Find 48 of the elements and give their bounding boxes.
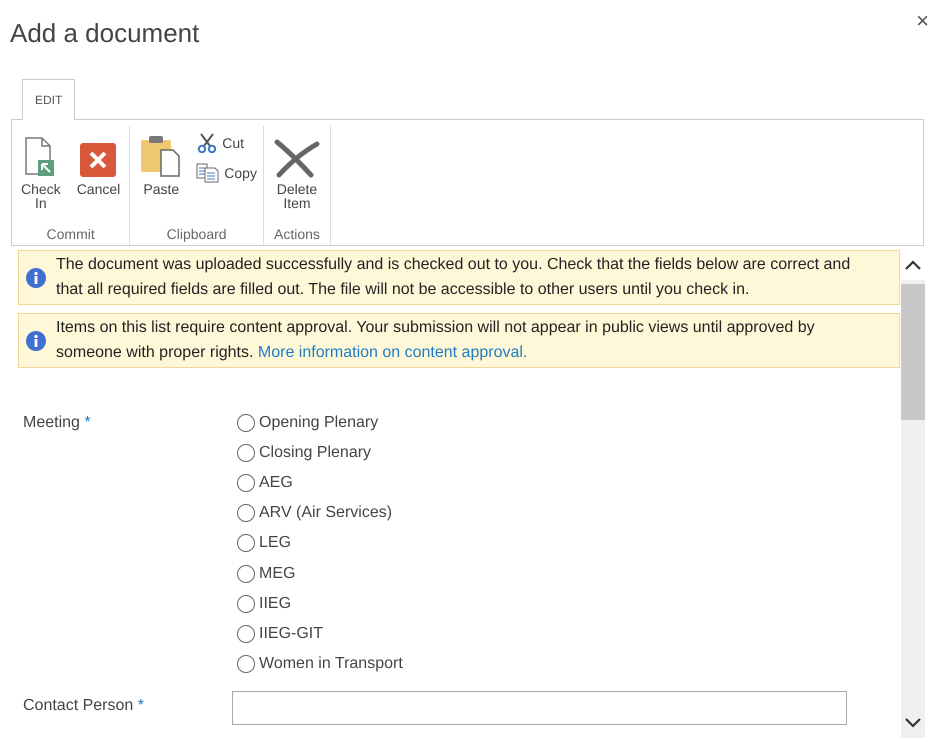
message-text: Items on this list require content approval. Your submission will not appear in public views until approved by someone with proper rights. More information on content approval. (56, 318, 816, 362)
radio-option[interactable]: IIEG-GIT (232, 618, 323, 649)
ribbon-button[interactable]: Cut (194, 128, 259, 158)
ribbon-button[interactable]: Check In (16, 126, 66, 220)
group-label: Actions (274, 225, 320, 244)
radio-button[interactable] (237, 564, 255, 583)
radio-button[interactable] (237, 624, 255, 643)
radio-button[interactable] (237, 474, 255, 492)
cancel-icon (79, 142, 118, 178)
radio-option[interactable]: Opening Plenary (232, 408, 378, 438)
scrollbar[interactable] (901, 250, 925, 738)
scrollbar-thumb[interactable] (901, 284, 925, 420)
text-field[interactable] (232, 690, 847, 725)
radio-option[interactable]: AEG (232, 468, 293, 498)
delete-icon (272, 138, 321, 178)
field-label: Contact Person (23, 696, 134, 714)
link[interactable]: More information on content approval. (258, 344, 528, 360)
chevron-down-icon[interactable] (905, 718, 921, 728)
ribbon-tab[interactable]: EDIT (22, 79, 76, 120)
radio-button[interactable] (237, 414, 255, 432)
group-label: Clipboard (166, 225, 227, 244)
ribbon-button[interactable]: Cancel (72, 126, 126, 220)
group-label: Commit (46, 225, 95, 244)
ribbon-button[interactable]: Copy (194, 158, 259, 188)
radio-option[interactable]: Women in Transport (232, 648, 403, 679)
radio-option[interactable]: ARV (Air Services) (232, 498, 392, 528)
radio-option[interactable]: Closing Plenary (232, 438, 372, 468)
radio-button[interactable] (237, 534, 255, 552)
chevron-up-icon[interactable] (905, 260, 921, 270)
radio-option[interactable]: MEG (232, 558, 296, 589)
info-icon (25, 266, 47, 288)
radio-button[interactable] (237, 654, 255, 673)
radio-option[interactable]: LEG (232, 528, 292, 558)
info-icon (25, 330, 47, 352)
copy-icon (196, 163, 220, 183)
scissors-icon (196, 133, 218, 153)
radio-button[interactable] (237, 504, 255, 522)
radio-button[interactable] (237, 444, 255, 462)
dialog-title: Add a document (10, 18, 200, 49)
required-mark: * (84, 414, 91, 431)
radio-option[interactable]: IIEG (232, 588, 292, 619)
close-button[interactable]: × (916, 8, 929, 34)
ribbon-button[interactable]: Delete Item (268, 126, 326, 220)
required-mark: * (138, 696, 144, 714)
radio-button[interactable] (237, 594, 255, 613)
ribbon-button[interactable]: Paste (134, 126, 188, 220)
field-label: Meeting (23, 414, 80, 431)
message-text: The document was uploaded successfully and is checked out to you. Check that the fields below are correct and that all required fields are filled out. The file will not be accessible to other users until you check in. (56, 255, 852, 300)
